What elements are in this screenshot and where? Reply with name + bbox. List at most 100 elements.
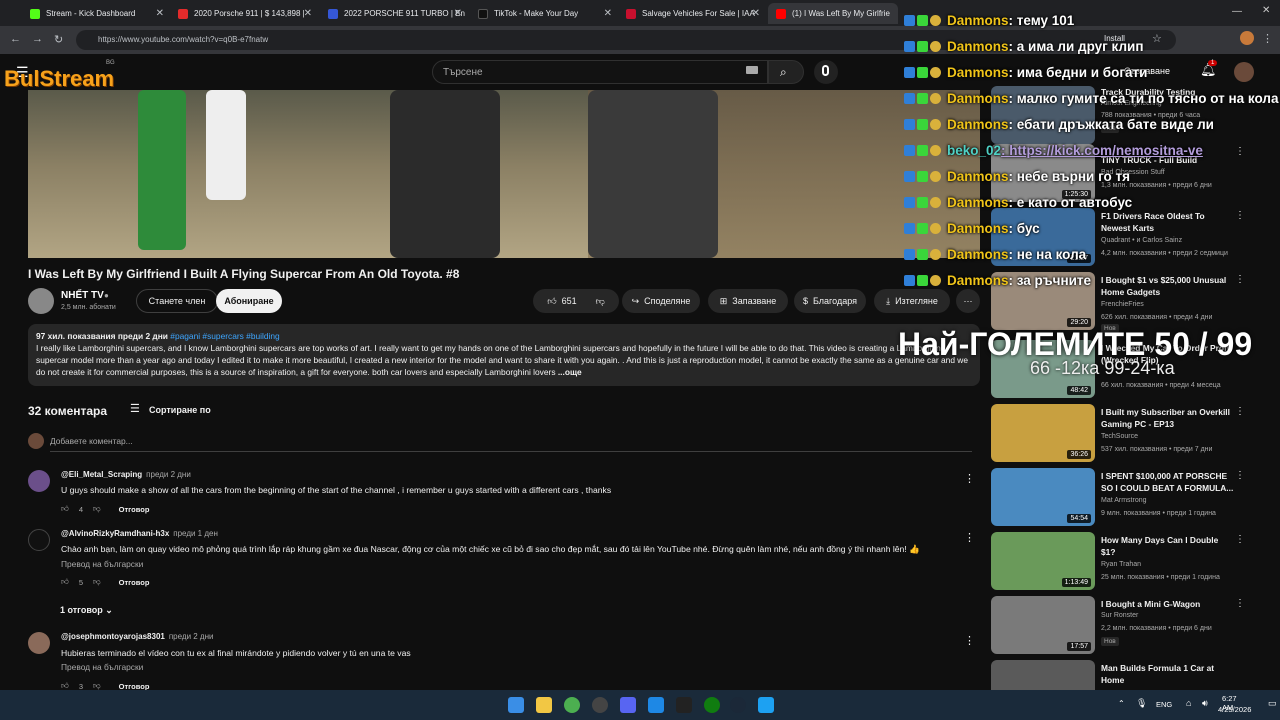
join-button[interactable]: Станете член <box>136 289 218 313</box>
translate-link[interactable]: Превод на български <box>61 662 143 672</box>
tab-tiktok[interactable]: TikTok - Make Your Day ✕ <box>470 3 618 24</box>
thanks-button[interactable]: $ Благодаря <box>794 289 866 313</box>
search-button[interactable]: ⌕ <box>768 60 804 84</box>
close-tab-icon[interactable]: ✕ <box>454 8 462 19</box>
video-thumbnail[interactable]: 17:57 <box>991 596 1095 654</box>
rec-menu-icon[interactable]: ⋮ <box>1235 274 1245 285</box>
video-player[interactable] <box>28 90 980 258</box>
comment-author[interactable]: @josephmontoyarojas8301 преди 2 дни <box>61 632 213 641</box>
rec-menu-icon[interactable]: ⋮ <box>1235 470 1245 481</box>
discord-icon[interactable] <box>620 697 636 713</box>
voice-search-button[interactable] <box>814 60 838 84</box>
my-avatar <box>28 433 44 449</box>
reply-button[interactable]: Отговор <box>119 505 150 514</box>
thumbs-up-icon[interactable]: 👍︎ <box>61 504 69 514</box>
back-icon[interactable]: ← <box>10 33 21 45</box>
start-menu-icon[interactable] <box>508 697 524 713</box>
volume-icon[interactable]: 🔊︎ <box>1202 698 1208 709</box>
rec-menu-icon[interactable]: ⋮ <box>1235 534 1245 545</box>
app-icon[interactable] <box>758 697 774 713</box>
like-dislike-group[interactable]: 👍︎ 651 👎︎ <box>533 289 619 313</box>
epic-games-icon[interactable] <box>676 697 692 713</box>
save-button[interactable]: ⊞ Запазване <box>708 289 788 313</box>
comment-menu-icon[interactable]: ⋮ <box>964 634 975 647</box>
close-tab-icon[interactable]: ✕ <box>304 8 312 19</box>
thumbs-up-icon[interactable]: 👍︎ <box>547 296 556 307</box>
video-thumbnail[interactable]: 1:13:49 <box>991 532 1095 590</box>
rec-menu-icon[interactable]: ⋮ <box>1235 598 1245 609</box>
tab-iaa[interactable]: Salvage Vehicles For Sale | IAA ✕ <box>618 3 766 24</box>
sort-button[interactable]: Сортиране по <box>149 405 211 415</box>
forward-icon[interactable]: → <box>32 33 43 45</box>
bookmark-star-icon[interactable]: ☆ <box>1152 32 1162 45</box>
thumbs-down-icon[interactable]: 👎︎ <box>596 296 605 307</box>
description-tags[interactable]: #pagani #supercars #building <box>170 331 279 341</box>
network-icon[interactable]: ⌂ <box>1186 698 1191 708</box>
chat-message: Danmons: ебати дръжката бате виде ли <box>904 114 1214 134</box>
recommended-video[interactable]: Man Builds Formula 1 Car at Home <box>991 660 1251 690</box>
video-thumbnail[interactable]: 36:26 <box>991 404 1095 462</box>
commenter-avatar[interactable] <box>28 632 50 654</box>
chrome-icon[interactable] <box>564 697 580 713</box>
sort-icon[interactable]: ☰ <box>130 402 140 415</box>
rec-menu-icon[interactable]: ⋮ <box>1235 146 1245 157</box>
rec-title: F1 Drivers Race Oldest To Newest Karts <box>1101 211 1205 233</box>
commenter-avatar[interactable] <box>28 529 50 551</box>
show-more-link[interactable]: ...още <box>558 367 582 377</box>
xbox-icon[interactable] <box>704 697 720 713</box>
recommended-video[interactable]: 17:57 I Bought a Mini G-Wagon Sur Ronste… <box>991 596 1251 654</box>
thumbs-down-icon[interactable]: 👎︎ <box>93 504 101 514</box>
share-button[interactable]: ↪ Споделяне <box>622 289 700 313</box>
rec-menu-icon[interactable]: ⋮ <box>1235 210 1245 221</box>
tab-porsche-2020[interactable]: 2020 Porsche 911 | $ 143,898 | ✕ <box>170 3 318 24</box>
commenter-avatar[interactable] <box>28 470 50 492</box>
comment-menu-icon[interactable]: ⋮ <box>964 531 975 544</box>
thumbs-down-icon[interactable]: 👎︎ <box>93 577 101 587</box>
keyboard-icon[interactable] <box>746 66 758 74</box>
more-actions-icon[interactable]: ⋯ <box>956 289 980 313</box>
replies-toggle[interactable]: 1 отговор ⌄ <box>60 605 113 616</box>
download-button[interactable]: ⤓ Изтегляне <box>874 289 950 313</box>
add-comment-input[interactable]: Добавете коментар... <box>50 436 972 452</box>
tab-porsche-2022[interactable]: 2022 PORSCHE 911 TURBO | En ✕ <box>320 3 468 24</box>
thumbs-up-icon[interactable]: 👍︎ <box>61 577 69 587</box>
recommended-video[interactable]: 54:54 I SPENT $100,000 AT PORSCHE SO I C… <box>991 468 1251 526</box>
comment-menu-icon[interactable]: ⋮ <box>964 472 975 485</box>
channel-avatar[interactable] <box>28 288 54 314</box>
video-thumbnail[interactable]: 54:54 <box>991 468 1095 526</box>
rec-menu-icon[interactable]: ⋮ <box>1235 406 1245 417</box>
close-window-icon[interactable]: ✕ <box>1262 5 1270 16</box>
minimize-icon[interactable]: — <box>1232 6 1242 17</box>
notification-center-icon[interactable]: ▭ <box>1268 698 1277 709</box>
reload-icon[interactable]: ↻ <box>54 33 63 46</box>
app-icon[interactable] <box>648 697 664 713</box>
subscribe-button[interactable]: Абониране <box>216 289 282 313</box>
description-box[interactable]: 97 хил. показвания преди 2 дни #pagani #… <box>28 324 980 386</box>
close-tab-icon[interactable]: ✕ <box>752 8 760 19</box>
account-avatar[interactable] <box>1234 62 1254 82</box>
menu-dots-icon[interactable]: ⋮ <box>1262 32 1273 45</box>
tab-kick[interactable]: Stream - Kick Dashboard ✕ <box>22 3 170 24</box>
tiktok-icon <box>478 8 488 19</box>
recommended-video[interactable]: 36:26 I Built my Subscriber an Overkill … <box>991 404 1251 462</box>
search-input[interactable]: Търсене <box>432 60 768 84</box>
microphone-icon[interactable]: 🎙︎ <box>1136 698 1147 709</box>
video-thumbnail[interactable] <box>991 660 1095 690</box>
steam-icon[interactable] <box>730 697 746 713</box>
recommended-video[interactable]: 1:13:49 How Many Days Can I Double $1? R… <box>991 532 1251 590</box>
comment-author[interactable]: @Eli_Metal_Scraping преди 2 дни <box>61 470 191 479</box>
obs-icon[interactable] <box>592 697 608 713</box>
close-tab-icon[interactable]: ✕ <box>156 8 164 19</box>
translate-link[interactable]: Превод на български <box>61 559 143 569</box>
reply-button[interactable]: Отговор <box>119 578 150 587</box>
chevron-up-icon[interactable]: ⌃ <box>1118 699 1125 708</box>
profile-avatar[interactable] <box>1240 31 1254 45</box>
file-explorer-icon[interactable] <box>536 697 552 713</box>
comment-author[interactable]: @AlvinoRizkyRamdhani-h3x преди 1 ден <box>61 529 218 538</box>
close-tab-icon[interactable]: ✕ <box>604 8 612 19</box>
language-indicator[interactable]: ENG <box>1156 700 1172 709</box>
clock-date[interactable]: 4/25/2026 <box>1218 705 1251 714</box>
person-figure <box>588 90 718 258</box>
channel-name[interactable]: NHẾT TV <box>61 290 104 301</box>
tab-youtube[interactable]: (1) I Was Left By My Girlfrie <box>768 3 898 24</box>
